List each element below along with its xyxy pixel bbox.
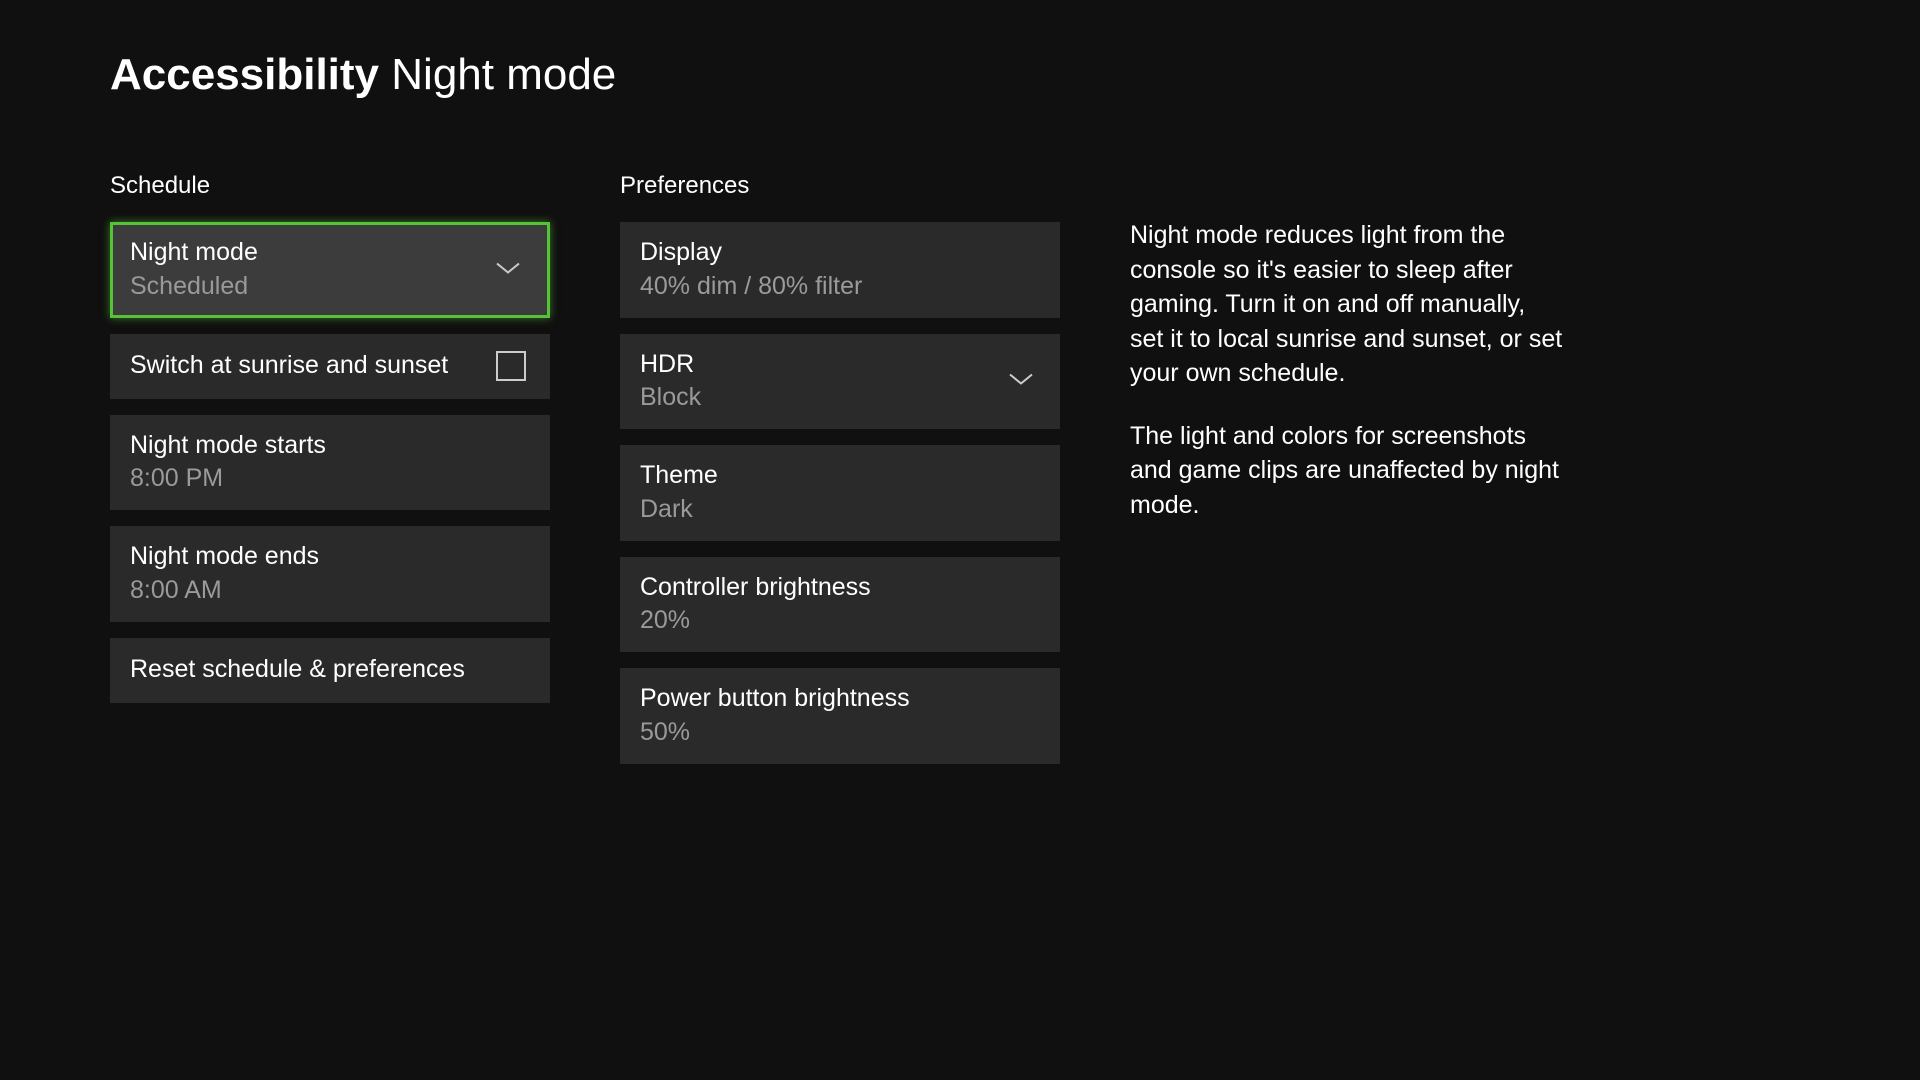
night-mode-label: Night mode [130, 236, 530, 270]
power-button-value: 50% [640, 716, 1040, 750]
night-mode-starts-button[interactable]: Night mode starts 8:00 PM [110, 415, 550, 511]
starts-value: 8:00 PM [130, 462, 530, 496]
description-paragraph-1: Night mode reduces light from the consol… [1130, 218, 1565, 391]
night-mode-value: Scheduled [130, 270, 530, 304]
page-title: Accessibility Night mode [110, 50, 1920, 100]
chevron-down-icon [1008, 371, 1034, 392]
night-mode-ends-button[interactable]: Night mode ends 8:00 AM [110, 526, 550, 622]
theme-label: Theme [640, 459, 1040, 493]
power-button-brightness-button[interactable]: Power button brightness 50% [620, 668, 1060, 764]
sunrise-sunset-checkbox [496, 351, 526, 381]
breadcrumb-category: Accessibility [110, 50, 379, 99]
chevron-down-icon [495, 259, 521, 280]
starts-label: Night mode starts [130, 429, 530, 463]
controller-brightness-button[interactable]: Controller brightness 20% [620, 557, 1060, 653]
reset-button[interactable]: Reset schedule & preferences [110, 638, 550, 703]
breadcrumb-page: Night mode [391, 50, 616, 99]
reset-label: Reset schedule & preferences [130, 653, 530, 687]
page-header: Accessibility Night mode [0, 0, 1920, 100]
ends-label: Night mode ends [130, 540, 530, 574]
display-value: 40% dim / 80% filter [640, 270, 1040, 304]
power-button-label: Power button brightness [640, 682, 1040, 716]
sunrise-sunset-toggle[interactable]: Switch at sunrise and sunset [110, 334, 550, 399]
description-panel: Night mode reduces light from the consol… [1130, 172, 1565, 780]
controller-label: Controller brightness [640, 571, 1040, 605]
schedule-column: Schedule Night mode Scheduled Switch at … [110, 172, 550, 780]
theme-button[interactable]: Theme Dark [620, 445, 1060, 541]
display-button[interactable]: Display 40% dim / 80% filter [620, 222, 1060, 318]
night-mode-dropdown[interactable]: Night mode Scheduled [110, 222, 550, 318]
description-paragraph-2: The light and colors for screenshots and… [1130, 419, 1565, 523]
display-label: Display [640, 236, 1040, 270]
content-area: Schedule Night mode Scheduled Switch at … [0, 100, 1920, 780]
sunrise-sunset-label: Switch at sunrise and sunset [130, 349, 448, 383]
schedule-header: Schedule [110, 172, 550, 200]
theme-value: Dark [640, 493, 1040, 527]
controller-value: 20% [640, 604, 1040, 638]
preferences-column: Preferences Display 40% dim / 80% filter… [620, 172, 1060, 780]
hdr-value: Block [640, 381, 1040, 415]
ends-value: 8:00 AM [130, 574, 530, 608]
hdr-label: HDR [640, 348, 1040, 382]
hdr-dropdown[interactable]: HDR Block [620, 334, 1060, 430]
preferences-header: Preferences [620, 172, 1060, 200]
